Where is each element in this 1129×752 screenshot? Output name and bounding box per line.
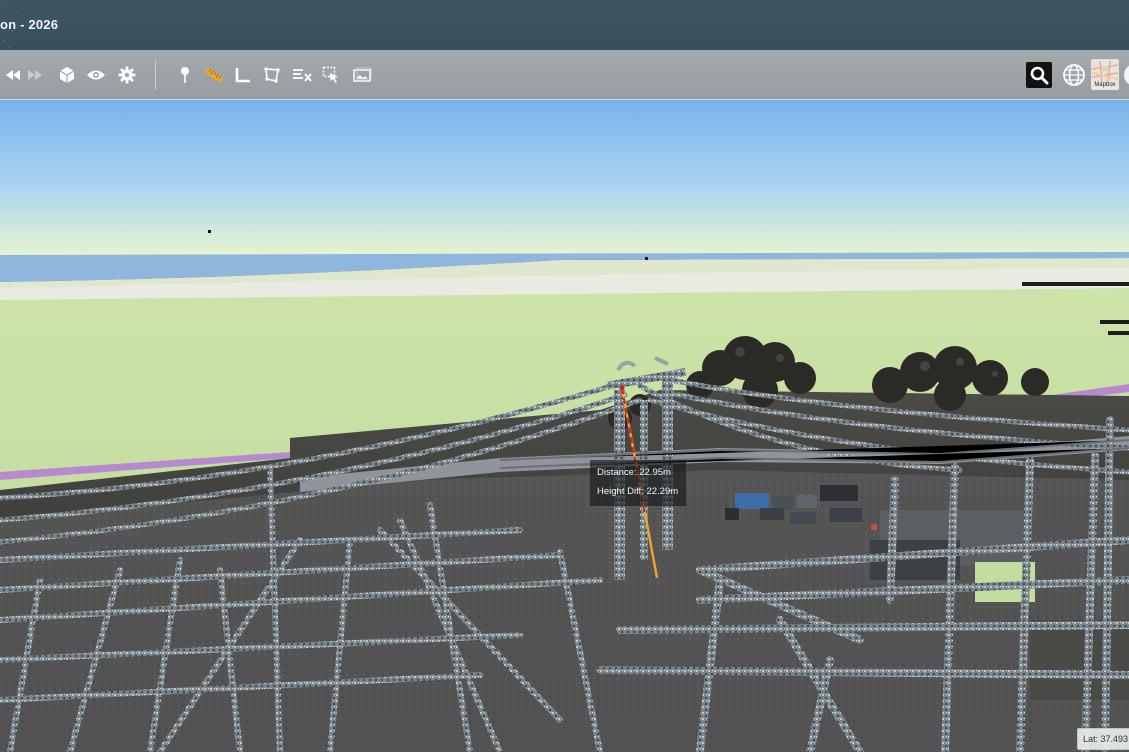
select-cursor-icon[interactable] — [321, 65, 341, 85]
sky-speck — [645, 257, 648, 260]
screenshot-icon[interactable] — [352, 65, 372, 85]
basemap-label: Mapbox — [1094, 82, 1116, 88]
distant-fence — [1108, 331, 1129, 335]
toolbar: Mapbox — [0, 50, 1129, 100]
height-diff-readout: Height Diff: 22.29m — [597, 486, 679, 497]
angle-icon[interactable] — [233, 65, 253, 85]
fast-forward-icon[interactable] — [25, 65, 45, 85]
toolbar-separator — [155, 60, 156, 90]
eye-icon[interactable] — [86, 65, 106, 85]
coordinate-readout: Lat: 37.493 — [1077, 728, 1129, 750]
window-title: on - 2026 — [0, 17, 59, 32]
cube-icon[interactable] — [57, 65, 77, 85]
sky-speck — [208, 230, 211, 233]
sky — [0, 100, 1129, 255]
point-cloud-scene[interactable] — [0, 100, 1129, 752]
basemap-button[interactable]: Mapbox — [1091, 59, 1119, 90]
3d-viewport[interactable]: Distance: 22.95m Height Diff: 22.29m Lat… — [0, 100, 1129, 752]
distance-readout: Distance: 22.95m — [597, 467, 671, 478]
gear-icon[interactable] — [117, 65, 137, 85]
search-icon[interactable] — [1026, 62, 1052, 88]
distant-fence — [1022, 282, 1129, 286]
measurement-start-point[interactable] — [619, 385, 625, 391]
measurement-label: Distance: 22.95m Height Diff: 22.29m — [590, 460, 686, 506]
rewind-icon[interactable] — [3, 65, 23, 85]
clear-measurements-icon[interactable] — [292, 65, 312, 85]
pin-marker-icon[interactable] — [175, 65, 195, 85]
basemap-icon — [1092, 61, 1118, 83]
globe-icon[interactable] — [1061, 62, 1087, 88]
title-bar: on - 2026 — [0, 0, 1129, 50]
ruler-icon[interactable] — [204, 65, 224, 85]
polygon-area-icon[interactable] — [262, 65, 282, 85]
distant-fence — [1100, 320, 1129, 324]
help-icon[interactable] — [1121, 62, 1129, 88]
